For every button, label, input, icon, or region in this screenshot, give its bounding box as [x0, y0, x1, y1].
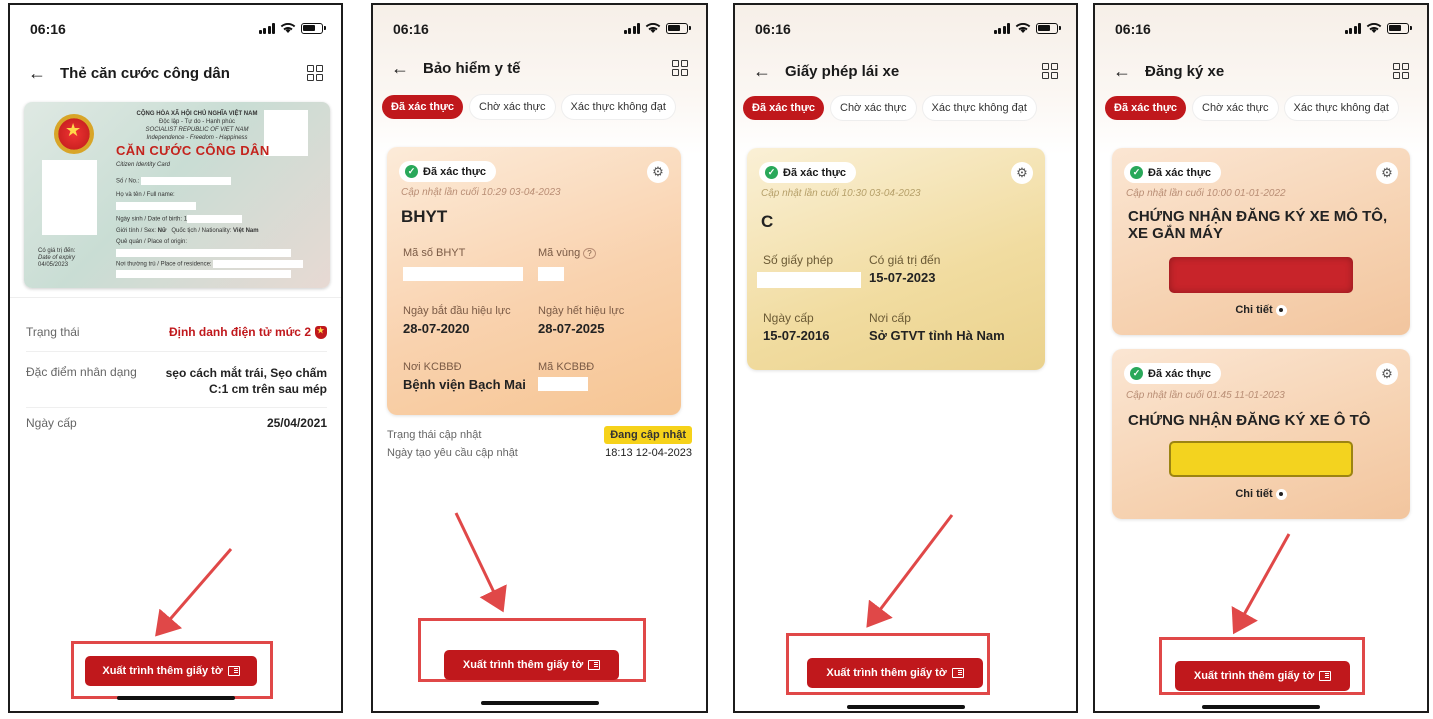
arrow-1	[155, 548, 233, 637]
annotation-arrows	[155, 512, 1291, 637]
arrow-2	[454, 512, 507, 613]
arrow-4	[1231, 533, 1291, 635]
arrow-3	[866, 514, 954, 628]
